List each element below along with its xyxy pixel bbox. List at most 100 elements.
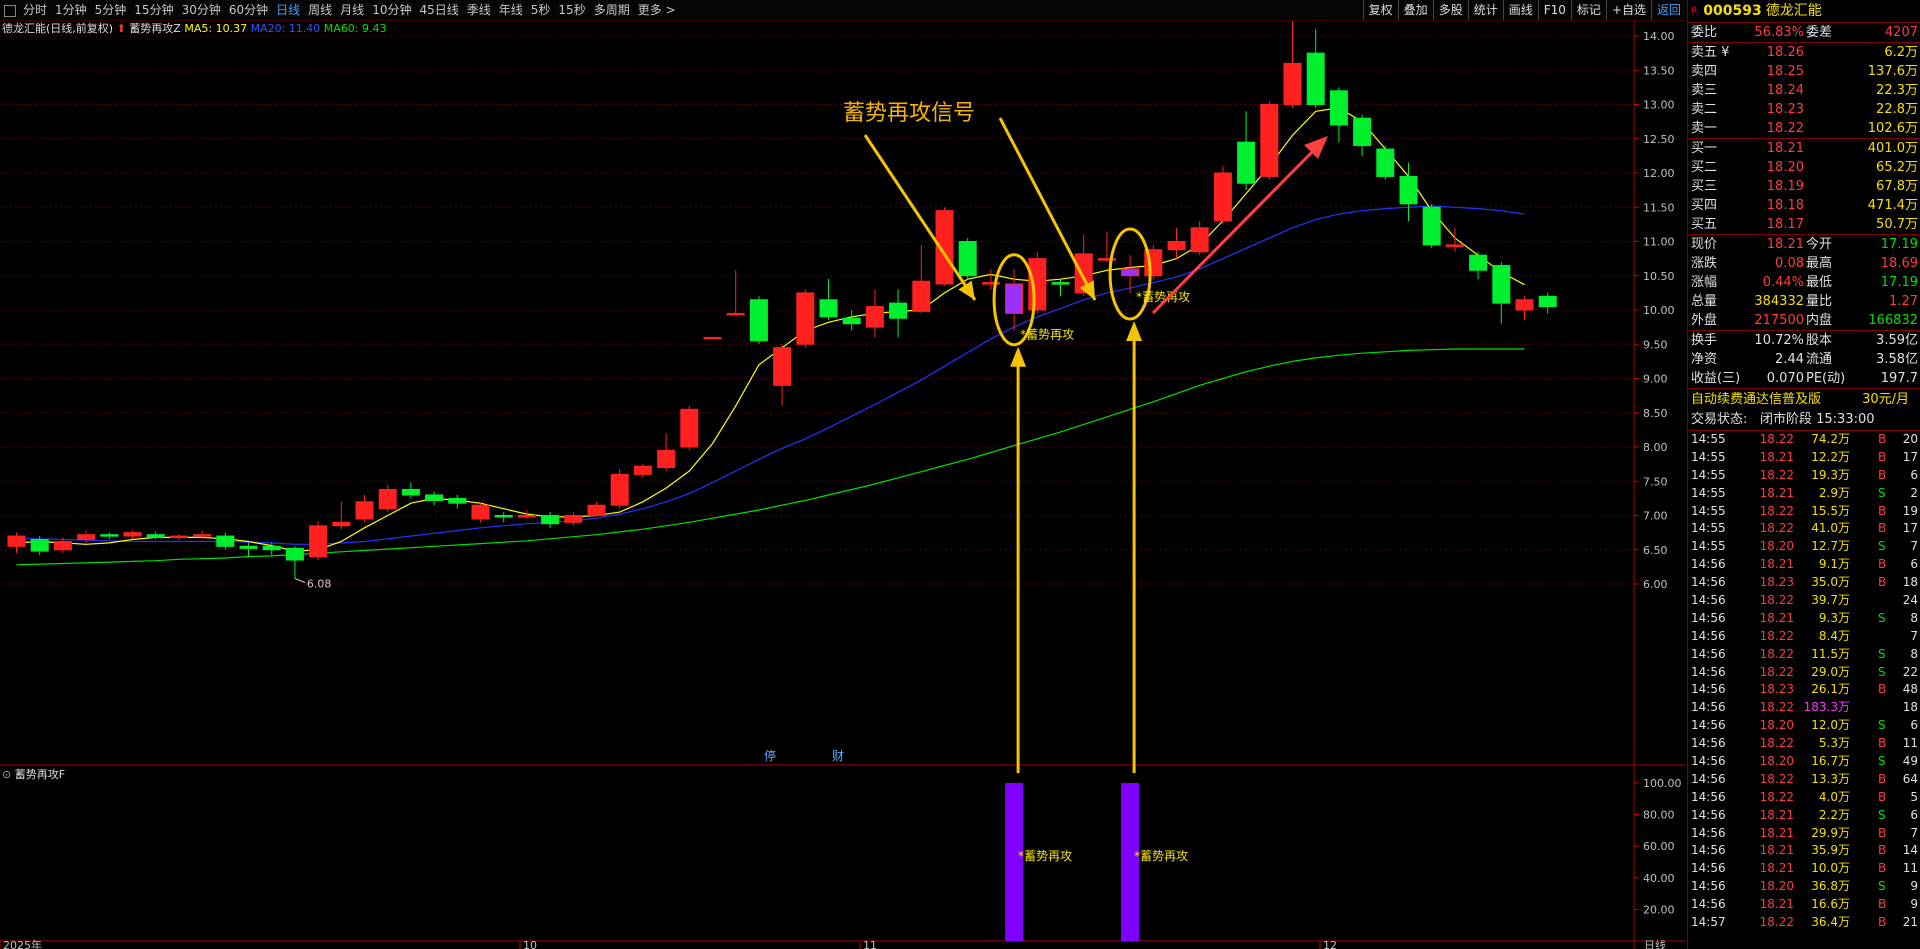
period-tab[interactable]: 多周期 (590, 0, 634, 20)
toolbar-button[interactable]: 叠加 (1397, 0, 1433, 20)
buy-order-row[interactable]: 买三 18.19 67.8万 (1688, 177, 1920, 196)
candle-body (216, 535, 235, 547)
tick-time: 14:57 (1691, 915, 1726, 930)
tick-time: 14:56 (1691, 861, 1726, 876)
period-tab[interactable]: 45日线 (415, 0, 462, 20)
collapse-icon[interactable]: ⊙ (2, 768, 11, 781)
toolbar-button[interactable]: 标记 (1570, 0, 1606, 20)
toolbar-button[interactable]: F10 (1537, 0, 1571, 20)
candle (865, 289, 884, 338)
toolbar-button[interactable]: 统计 (1467, 0, 1503, 20)
promo-row[interactable]: 自动续费通达信普及版 30元/月 (1688, 389, 1920, 410)
tick-time: 14:56 (1691, 789, 1726, 804)
status-label: 交易状态: (1691, 412, 1748, 427)
kline-chart[interactable]: 14.00 13.50 13.00 12.50 12.00 11.50 11.00 10.50… (0, 21, 1686, 949)
tick-direction: B (1878, 682, 1887, 697)
stock-name[interactable]: 德龙汇能 (1766, 3, 1822, 19)
y-tick-label: 10.50 (1643, 270, 1675, 283)
candle-body (726, 312, 745, 316)
period-tab[interactable]: 5秒 (527, 0, 555, 20)
tick-count: 22 (1902, 664, 1918, 679)
period-tab[interactable]: 年线 (495, 0, 527, 20)
period-tab[interactable]: 更多 > (634, 0, 680, 20)
order-volume: 22.3万 (1876, 83, 1918, 98)
y-tick-label: 11.50 (1643, 201, 1675, 214)
toolbar-button[interactable]: 复权 (1362, 0, 1398, 20)
sell-order-row[interactable]: 卖五 ¥ 18.26 6.2万 (1688, 43, 1920, 62)
candle-body (773, 347, 792, 386)
ma20-label: MA20: 11.40 (250, 22, 321, 35)
tick-volume: 16.6万 (1811, 897, 1850, 912)
chart-area[interactable]: 14.00 13.50 13.00 12.50 12.00 11.50 11.00 10.50… (0, 21, 1686, 949)
tick-volume: 183.3万 (1803, 700, 1850, 715)
toolbar-button[interactable]: +自选 (1605, 0, 1651, 20)
tick-direction: S (1878, 539, 1886, 554)
tick-volume: 74.2万 (1811, 432, 1850, 446)
tick-time: 14:56 (1691, 897, 1726, 912)
right-toolbar: 复权 叠加 多股 统计 画线 F10 标记 +自选 返回 (1362, 0, 1686, 20)
stat-value: 17.19 (1880, 275, 1918, 290)
tick-row: 14:56 18.21 9.1万 B 6 (1688, 556, 1920, 574)
sell-order-row[interactable]: 卖三 18.24 22.3万 (1688, 81, 1920, 100)
period-tab[interactable]: 月线 (336, 0, 368, 20)
sell-order-row[interactable]: 卖二 18.23 22.8万 (1688, 100, 1920, 119)
period-tab[interactable]: 周线 (304, 0, 336, 20)
tick-row: 14:56 18.22 5.3万 B 11 (1688, 735, 1920, 753)
tick-volume: 12.2万 (1811, 449, 1850, 464)
toolbar-button[interactable]: 多股 (1432, 0, 1468, 20)
indicator-name[interactable]: 蓄势再攻Z (129, 22, 181, 35)
toolbar-button[interactable]: 画线 (1502, 0, 1538, 20)
period-tab[interactable]: 5分钟 (91, 0, 131, 20)
tick-price: 18.21 (1759, 861, 1794, 876)
price-stats: 现价 18.21 今开 17.19 涨跌 0.08 最高 18.69 涨幅 0.44% 最低 17.1… (1688, 235, 1920, 331)
sub-indicator-label[interactable]: ⊙ 蓄势再攻F (2, 766, 65, 782)
tick-row: 14:56 18.21 29.9万 B 7 (1688, 825, 1920, 843)
order-volume: 137.6万 (1867, 64, 1918, 79)
tick-time: 14:56 (1691, 807, 1726, 822)
period-tab[interactable]: 10分钟 (368, 0, 415, 20)
period-tab[interactable]: 日线 (272, 0, 304, 20)
sell-order-row[interactable]: 卖一 18.22 102.6万 (1688, 119, 1920, 138)
tick-row: 14:56 18.22 39.7万 24 (1688, 592, 1920, 610)
candle-body (448, 497, 467, 504)
candle (169, 533, 188, 541)
buy-order-row[interactable]: 买一 18.21 401.0万 (1688, 139, 1920, 158)
period-tab[interactable]: 60分钟 (225, 0, 272, 20)
period-tab[interactable]: 分时 (19, 0, 51, 20)
period-tab[interactable]: 15分钟 (130, 0, 177, 20)
tick-count: 18 (1902, 700, 1918, 715)
toolbar-button[interactable]: 返回 (1650, 0, 1686, 20)
buy-order-row[interactable]: 买四 18.18 471.4万 (1688, 196, 1920, 215)
candle (1422, 203, 1441, 249)
promo-text[interactable]: 自动续费通达信普及版 (1691, 389, 1821, 410)
candle (541, 512, 560, 528)
period-tab[interactable]: 15秒 (554, 0, 589, 20)
tick-count: 8 (1910, 610, 1918, 625)
toolbar-menu-icon[interactable] (4, 4, 16, 17)
promo-price[interactable]: 30元/月 (1862, 389, 1909, 410)
tick-list[interactable]: 14:55 18.22 74.2万 B 20 14:55 18.21 12.2万 B 17 14:5… (1688, 431, 1920, 932)
order-level-label: 买四 (1691, 198, 1718, 213)
tick-volume: 13.3万 (1811, 771, 1850, 786)
candle-body (958, 241, 977, 277)
period-tab[interactable]: 1分钟 (51, 0, 91, 20)
tick-row: 14:56 18.22 8.4万 7 (1688, 628, 1920, 646)
sell-order-row[interactable]: 卖四 18.25 137.6万 (1688, 62, 1920, 81)
tick-direction: S (1878, 807, 1886, 822)
order-volume: 401.0万 (1867, 141, 1918, 156)
tick-price: 18.22 (1759, 700, 1794, 715)
buy-order-row[interactable]: 买二 18.20 65.2万 (1688, 158, 1920, 177)
period-label: 日线 (1644, 938, 1666, 949)
stock-code[interactable]: 000593 (1703, 3, 1761, 19)
tick-count: 11 (1902, 861, 1918, 876)
order-volume: 50.7万 (1876, 217, 1918, 232)
candle (842, 310, 861, 331)
period-tab[interactable]: 季线 (463, 0, 495, 20)
period-tab[interactable]: 30分钟 (178, 0, 225, 20)
candle-body (77, 534, 96, 540)
buy-order-row[interactable]: 买五 18.17 50.7万 (1688, 215, 1920, 234)
y-tick-label: 9.00 (1643, 373, 1668, 386)
stat-value: 197.7 (1880, 371, 1918, 386)
low-pointer (294, 578, 306, 583)
candle-body (703, 336, 722, 340)
